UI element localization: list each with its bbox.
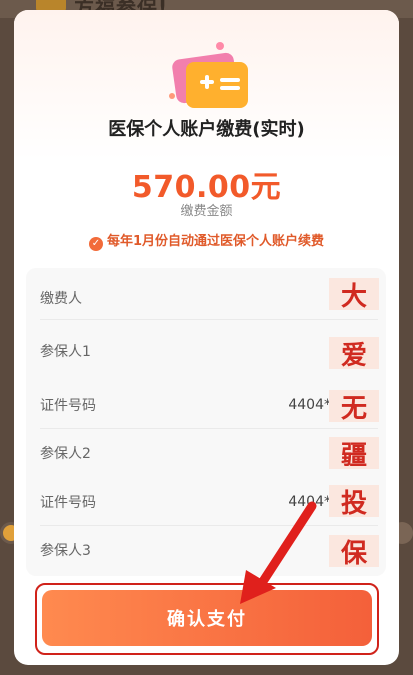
detail-label: 参保人1 [40, 344, 91, 360]
overlay-stamp-char: 保 [329, 535, 379, 569]
auto-renew-notice: ✓ 每年1月份自动通过医保个人账户续费 [14, 230, 399, 251]
red-arrow-annotation [240, 501, 317, 604]
overlay-stamp-char: 投 [329, 485, 379, 519]
check-circle-icon: ✓ [88, 237, 103, 251]
detail-label: 证件号码 [40, 397, 96, 414]
detail-row-insured-3: 参保人3 [40, 526, 378, 574]
auto-renew-notice-text: 每年1月份自动通过医保个人账户续费 [106, 234, 325, 249]
detail-row-insured-1: 参保人1 [40, 328, 378, 374]
detail-row-id-1: 证件号码 4404**** [40, 381, 378, 429]
detail-row-insured-2: 参保人2 [40, 429, 378, 477]
dialog-title: 医保个人账户缴费(实时) [108, 119, 305, 140]
detail-row-id-2: 证件号码 4404**** [40, 478, 378, 526]
detail-row-payer: 缴费人 [40, 276, 378, 320]
overlay-stamp-char: 疆 [329, 437, 379, 471]
payment-detail-list: 缴费人 参保人1 证件号码 4404**** 参保人2 证件号码 4404***… [26, 268, 386, 576]
overlay-stamp-char: 无 [329, 390, 379, 424]
payment-dialog: 医保个人账户缴费(实时) 570.00元 缴费金额 ✓ 每年1月份自动通过医保个人… [14, 10, 399, 665]
detail-label: 参保人3 [40, 543, 91, 559]
overlay-stamp-char: 爱 [329, 337, 379, 371]
detail-label: 参保人2 [40, 446, 91, 462]
detail-label: 证件号码 [40, 494, 96, 511]
payment-amount-label: 缴费金额 [180, 204, 233, 219]
card-illustration-icon [169, 42, 248, 108]
detail-label: 缴费人 [40, 290, 82, 307]
overlay-stamp-char: 大 [329, 278, 379, 312]
